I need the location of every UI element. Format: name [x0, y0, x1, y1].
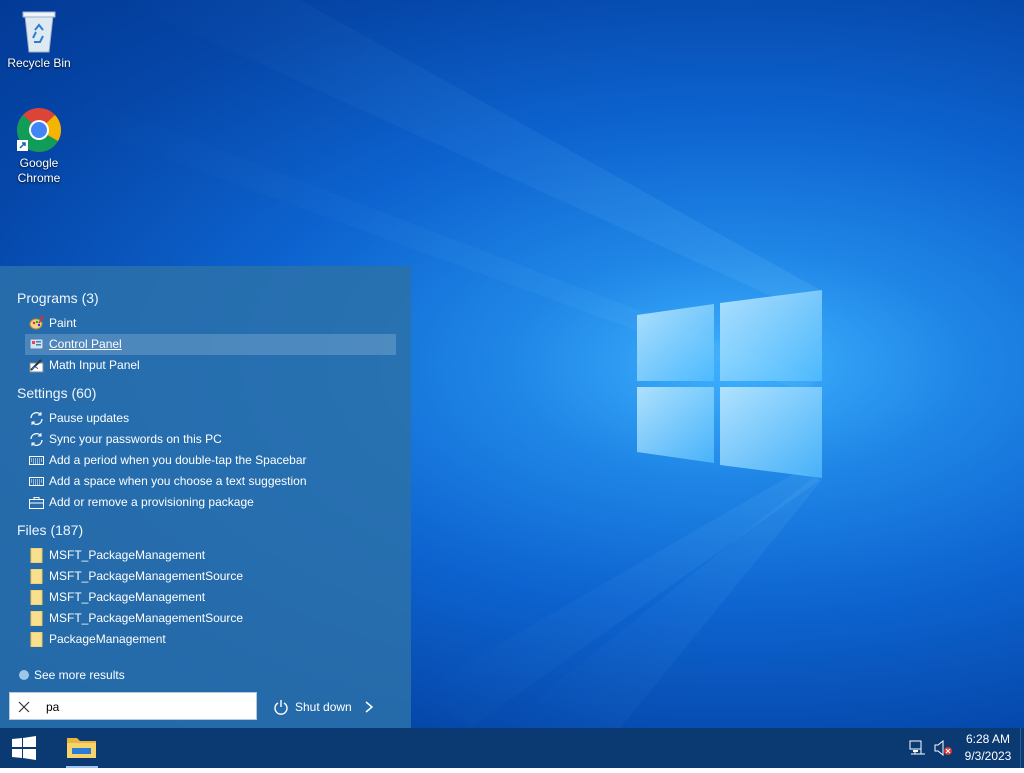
result-label: MSFT_PackageManagementSource	[49, 569, 244, 583]
result-label: Control Panel	[49, 337, 122, 351]
result-math-input-panel[interactable]: Math Input Panel	[25, 355, 396, 376]
result-file[interactable]: PackageManagement	[25, 629, 396, 650]
file-icon	[30, 590, 43, 605]
result-file[interactable]: MSFT_PackageManagementSource	[25, 608, 396, 629]
result-label: Add or remove a provisioning package	[49, 495, 254, 509]
clock-time: 6:28 AM	[965, 732, 1011, 746]
paint-icon	[29, 316, 44, 330]
power-icon	[274, 700, 288, 715]
show-desktop-button[interactable]	[1020, 728, 1024, 768]
search-bubble-icon	[19, 670, 29, 680]
clock[interactable]: 6:28 AM 9/3/2023	[958, 731, 1018, 765]
file-icon	[30, 632, 43, 647]
result-add-period[interactable]: Add a period when you double-tap the Spa…	[25, 450, 396, 471]
search-input[interactable]	[44, 696, 248, 718]
windows-logo-art	[637, 290, 822, 478]
shutdown-label: Shut down	[295, 700, 352, 714]
recycle-bin-icon	[15, 6, 63, 54]
file-explorer-taskbar-button[interactable]	[58, 728, 106, 768]
result-provisioning-package[interactable]: Add or remove a provisioning package	[25, 492, 396, 513]
chevron-right-icon[interactable]	[362, 698, 376, 716]
start-menu: Programs (3) Paint Control Panel Math In…	[0, 266, 411, 728]
result-label: PackageManagement	[49, 632, 166, 646]
file-icon	[30, 611, 43, 626]
keyboard-icon	[29, 456, 44, 465]
file-icon	[30, 548, 43, 563]
taskbar: 6:28 AM 9/3/2023	[0, 728, 1024, 768]
briefcase-icon	[29, 497, 44, 509]
file-icon	[30, 569, 43, 584]
recycle-bin-label: Recycle Bin	[7, 56, 71, 70]
control-panel-icon	[29, 338, 44, 350]
result-file[interactable]: MSFT_PackageManagementSource	[25, 566, 396, 587]
result-label: Math Input Panel	[49, 358, 140, 372]
result-file[interactable]: MSFT_PackageManagement	[25, 545, 396, 566]
result-paint[interactable]: Paint	[25, 313, 396, 334]
chrome-icon	[15, 106, 63, 154]
desktop-icon-google-chrome[interactable]: Google Chrome	[2, 106, 76, 186]
start-button[interactable]	[0, 728, 48, 768]
sync-icon	[30, 433, 43, 446]
result-file[interactable]: MSFT_PackageManagement	[25, 587, 396, 608]
result-label: Sync your passwords on this PC	[49, 432, 222, 446]
section-title-programs: Programs (3)	[17, 290, 99, 306]
see-more-results-link[interactable]: See more results	[19, 667, 125, 683]
section-title-files: Files (187)	[17, 522, 84, 538]
google-chrome-label: Google Chrome	[17, 156, 61, 185]
desktop-icon-recycle-bin[interactable]: Recycle Bin	[2, 6, 76, 71]
search-box[interactable]	[9, 692, 257, 720]
result-label: Add a space when you choose a text sugge…	[49, 474, 307, 488]
result-add-space[interactable]: Add a space when you choose a text sugge…	[25, 471, 396, 492]
network-icon[interactable]	[908, 740, 926, 756]
sync-icon	[30, 412, 43, 425]
section-title-settings: Settings (60)	[17, 385, 97, 401]
clock-date: 9/3/2023	[964, 749, 1012, 763]
close-icon[interactable]	[16, 699, 32, 715]
result-sync-passwords[interactable]: Sync your passwords on this PC	[25, 429, 396, 450]
result-pause-updates[interactable]: Pause updates	[25, 408, 396, 429]
result-control-panel[interactable]: Control Panel	[25, 334, 396, 355]
see-more-label: See more results	[34, 668, 125, 682]
result-label: Pause updates	[49, 411, 130, 425]
volume-muted-icon[interactable]	[934, 740, 952, 756]
keyboard-icon	[29, 477, 44, 486]
math-input-icon	[29, 359, 44, 373]
windows-logo-icon	[12, 736, 36, 760]
result-label: MSFT_PackageManagement	[49, 548, 206, 562]
result-label: Add a period when you double-tap the Spa…	[49, 453, 307, 467]
result-label: Paint	[49, 316, 77, 330]
result-label: MSFT_PackageManagementSource	[49, 611, 244, 625]
folder-icon	[67, 738, 96, 758]
result-label: MSFT_PackageManagement	[49, 590, 206, 604]
